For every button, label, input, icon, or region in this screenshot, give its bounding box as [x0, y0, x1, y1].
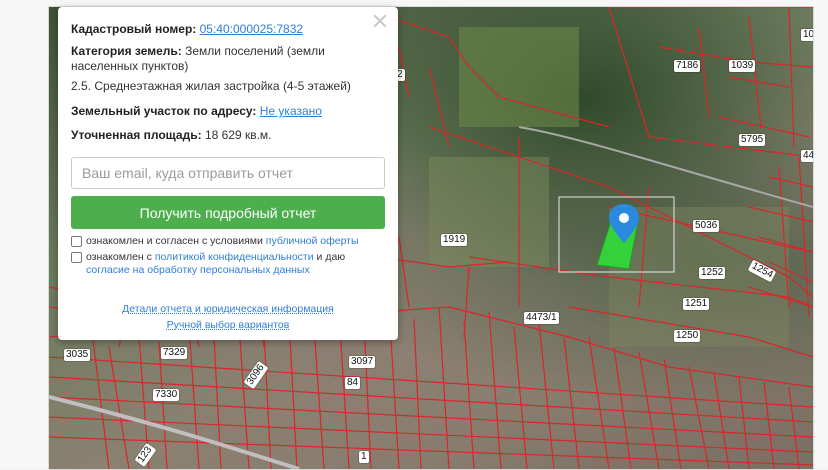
screenshot-frame: 7186 1039 5795 44 5036 1919 1252 1254 12… — [0, 0, 828, 468]
close-icon[interactable] — [372, 13, 388, 29]
parcel-label: 1251 — [683, 298, 709, 310]
parcel-label: 1919 — [441, 234, 467, 246]
privacy-consent-checkbox[interactable] — [71, 252, 82, 263]
parcel-label: 4473/1 — [524, 312, 559, 324]
public-offer-link[interactable]: публичной оферты — [266, 235, 359, 247]
land-category-row: Категория земель: Земли поселений (земли… — [71, 44, 371, 74]
parcel-label: 1250 — [674, 330, 700, 342]
area-value: 18 629 кв.м. — [205, 128, 272, 142]
parcel-label: 7330 — [153, 389, 179, 401]
permitted-use: 2.5. Среднеэтажная жилая застройка (4-5 … — [71, 79, 351, 94]
privacy-policy-link[interactable]: политикой конфиденциальности — [155, 251, 314, 263]
report-details-link[interactable]: Детали отчета и юридическая информация — [58, 303, 398, 315]
parcel-label: 1 — [359, 451, 369, 463]
privacy-consent-text: ознакомлен с политикой конфиденциальност… — [86, 251, 386, 277]
cadastral-number-row: Кадастровый номер: 05:40:000025:7832 — [71, 22, 303, 37]
address-link[interactable]: Не указано — [260, 104, 322, 118]
parcel-label: 7329 — [161, 347, 187, 359]
parcel-label: 5036 — [693, 220, 719, 232]
address-label: Земельный участок по адресу: — [71, 104, 256, 118]
offer-consent-label: ознакомлен и согласен с условиями — [86, 235, 263, 247]
cadastral-number-link[interactable]: 05:40:000025:7832 — [200, 22, 303, 36]
offer-consent-checkbox[interactable] — [71, 236, 82, 247]
cadastral-number-label: Кадастровый номер: — [71, 22, 196, 36]
address-row: Земельный участок по адресу: Не указано — [71, 104, 322, 119]
parcel-label: 1039 — [729, 60, 755, 72]
parcel-label: 3035 — [64, 349, 90, 361]
parcel-label: 5795 — [739, 134, 765, 146]
parcel-label: 7186 — [674, 60, 700, 72]
email-input[interactable] — [71, 157, 385, 189]
area-label: Уточненная площадь: — [71, 128, 202, 142]
parcel-label: 44 — [801, 150, 814, 162]
land-category-label: Категория земель: — [71, 44, 182, 58]
area-row: Уточненная площадь: 18 629 кв.м. — [71, 128, 272, 143]
parcel-info-popup: Кадастровый номер: 05:40:000025:7832 Кат… — [58, 7, 398, 340]
parcel-label: 84 — [345, 377, 360, 389]
privacy-consent-label-a: ознакомлен с — [86, 251, 152, 263]
parcel-label: 1252 — [699, 267, 725, 279]
data-processing-consent-link[interactable]: согласие на обработку персональных данны… — [86, 264, 310, 276]
get-report-button[interactable]: Получить подробный отчет — [71, 196, 385, 229]
privacy-consent-label-b: и даю — [317, 251, 346, 263]
manual-selection-link[interactable]: Ручной выбор вариантов — [58, 319, 398, 331]
parcel-label: 3097 — [349, 356, 375, 368]
offer-consent-text: ознакомлен и согласен с условиями публич… — [86, 235, 386, 248]
parcel-label: 10 — [801, 29, 814, 41]
